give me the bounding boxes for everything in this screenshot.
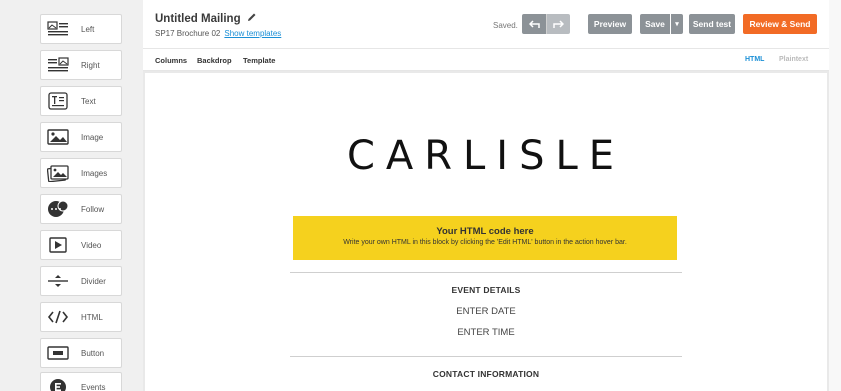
block-button[interactable]: Button [40,338,122,368]
content-blocks-sidebar: Left Right Text Image Images Follow Vide… [0,0,143,391]
columns-tab[interactable]: Columns [155,56,187,65]
images-icon [47,163,69,183]
undo-icon [528,19,540,28]
block-text[interactable]: Text [40,86,122,116]
block-image[interactable]: Image [40,122,122,152]
review-send-button[interactable]: Review & Send [743,14,817,34]
video-icon [47,235,69,255]
brand-logo[interactable]: CARLISLE [145,133,827,179]
plaintext-view-tab[interactable]: Plaintext [779,56,808,63]
block-label: Events [81,382,106,391]
block-label: Video [81,240,102,250]
divider-icon [47,271,69,291]
save-button[interactable]: Save [640,14,670,34]
block-label: Left [81,24,95,34]
saved-status: Saved. [493,21,518,30]
block-video[interactable]: Video [40,230,122,260]
show-templates-link[interactable]: Show templates [224,29,281,38]
window-scrollbar[interactable] [829,0,841,391]
block-label: Right [81,60,100,70]
block-label: Follow [81,204,105,214]
block-label: Divider [81,276,106,286]
content-divider[interactable] [290,272,682,273]
block-images[interactable]: Images [40,158,122,188]
event-details-heading[interactable]: EVENT DETAILS [145,285,827,295]
block-label: Images [81,168,108,178]
template-name: SP17 Brochure 02 [155,29,221,38]
block-label: Button [81,348,105,358]
contact-info-heading[interactable]: CONTACT INFORMATION [145,369,827,379]
event-time[interactable]: ENTER TIME [145,327,827,338]
events-icon [47,377,69,391]
mailing-title-text[interactable]: Untitled Mailing [155,13,241,25]
pencil-icon[interactable] [247,12,257,25]
image-icon [47,127,69,147]
send-test-button[interactable]: Send test [689,14,735,34]
html-icon [47,307,69,327]
block-right[interactable]: Right [40,50,122,80]
content-divider[interactable] [290,356,682,357]
image-right-icon [47,55,69,75]
mailing-title[interactable]: Untitled Mailing [155,12,257,25]
email-canvas: CARLISLE Your HTML code here Write your … [145,73,827,391]
html-code-block[interactable]: Your HTML code here Write your own HTML … [293,216,677,260]
backdrop-tab[interactable]: Backdrop [197,56,232,65]
editor-toolbar: Columns Backdrop Template HTML Plaintext [143,48,829,71]
block-left[interactable]: Left [40,14,122,44]
block-follow[interactable]: Follow [40,194,122,224]
preview-button[interactable]: Preview [588,14,632,34]
save-dropdown-button[interactable]: ▾ [671,14,683,34]
block-html[interactable]: HTML [40,302,122,332]
html-block-description: Write your own HTML in this block by cli… [343,239,627,246]
follow-icon [47,199,69,219]
redo-button[interactable] [546,14,570,34]
image-left-icon [47,19,69,39]
block-label: HTML [81,312,103,322]
mailing-subtitle: SP17 Brochure 02 Show templates [155,29,281,38]
button-icon [47,343,69,363]
editor-header: Untitled Mailing SP17 Brochure 02 Show te… [143,0,829,48]
template-tab[interactable]: Template [243,56,275,65]
undo-redo-group [522,14,570,34]
block-label: Text [81,96,96,106]
html-block-title: Your HTML code here [436,226,534,237]
block-label: Image [81,132,104,142]
redo-icon [553,19,564,28]
block-events[interactable]: Events [40,372,122,391]
html-view-tab[interactable]: HTML [745,56,764,63]
undo-button[interactable] [522,14,546,34]
event-date[interactable]: ENTER DATE [145,306,827,317]
text-icon [47,91,69,111]
block-divider[interactable]: Divider [40,266,122,296]
